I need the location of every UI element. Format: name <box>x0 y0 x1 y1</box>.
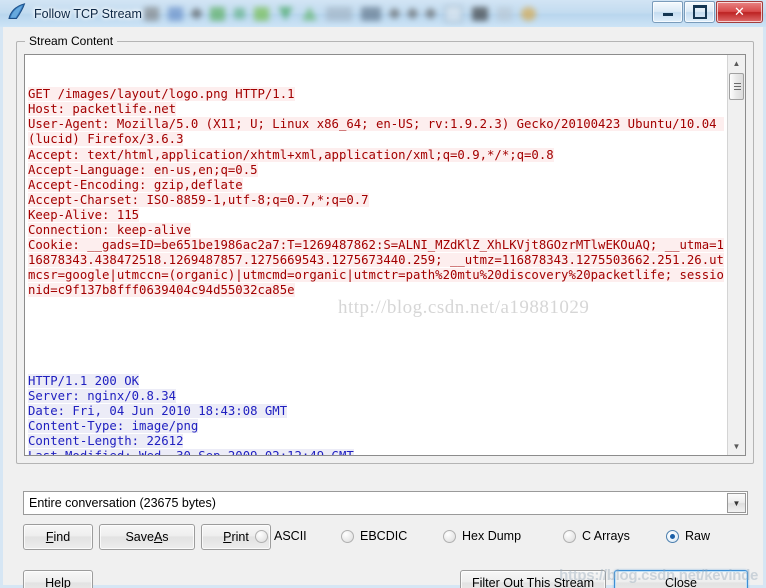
save-as-button[interactable]: Save As <box>99 524 195 550</box>
radio-icon-ebcdic <box>341 529 354 543</box>
radio-icon-raw <box>666 529 679 543</box>
window-title: Follow TCP Stream <box>34 7 142 21</box>
save-as-label-before: Save <box>125 530 154 544</box>
server-response-block: HTTP/1.1 200 OK Server: nginx/0.8.34 Dat… <box>28 373 727 455</box>
help-button[interactable]: Help <box>23 570 93 588</box>
radio-icon-hex-dump <box>443 529 456 543</box>
stream-content-groupbox: Stream Content GET /images/layout/logo.p… <box>16 34 754 464</box>
close-icon: ✕ <box>734 4 745 20</box>
radio-format-ebcdic[interactable]: EBCDIC <box>341 529 407 543</box>
close-label-after: lose <box>674 576 697 588</box>
save-as-label-after: s <box>162 530 169 544</box>
conversation-select[interactable]: Entire conversation (23675 bytes) ▼ <box>23 491 748 515</box>
scroll-down-icon[interactable]: ▼ <box>728 438 745 455</box>
dialog-client-area: Stream Content GET /images/layout/logo.p… <box>0 27 766 588</box>
background-toolbar-icons <box>140 1 644 26</box>
radio-format-c-arrays[interactable]: C Arrays <box>563 529 630 543</box>
title-bar[interactable]: Follow TCP Stream ✕ <box>0 0 766 28</box>
print-mnemonic: P <box>223 530 232 544</box>
print-label-after: rint <box>231 530 249 544</box>
radio-label-raw: Raw <box>685 529 711 543</box>
find-button[interactable]: Find <box>23 524 93 550</box>
radio-label-hex-dump: Hex Dump <box>462 529 522 543</box>
radio-icon-ascii <box>255 529 268 543</box>
scrollbar-thumb[interactable] <box>729 73 744 100</box>
stream-vertical-scrollbar[interactable]: ▲ ▼ <box>727 55 745 455</box>
filter-out-label: Filter Out This Stream <box>471 576 595 588</box>
radio-label-c-arrays: C Arrays <box>582 529 630 543</box>
close-window-button[interactable]: ✕ <box>716 1 763 23</box>
stream-content-label: Stream Content <box>25 34 118 48</box>
conversation-select-value: Entire conversation (23675 bytes) <box>29 496 216 510</box>
radio-format-ascii[interactable]: ASCII <box>255 529 307 543</box>
radio-format-raw[interactable]: Raw <box>666 529 710 543</box>
stream-text-body[interactable]: GET /images/layout/logo.png HTTP/1.1 Hos… <box>25 55 727 455</box>
radio-format-hex-dump[interactable]: Hex Dump <box>443 529 521 543</box>
client-request-block: GET /images/layout/logo.png HTTP/1.1 Hos… <box>28 87 727 298</box>
minimize-button[interactable] <box>652 1 683 23</box>
help-label-after: elp <box>54 576 71 588</box>
radio-icon-c-arrays <box>563 529 576 543</box>
help-mnemonic: H <box>45 576 55 588</box>
radio-label-ascii: ASCII <box>274 529 307 543</box>
save-as-mnemonic: A <box>153 530 163 544</box>
stream-content-textview[interactable]: GET /images/layout/logo.png HTTP/1.1 Hos… <box>24 54 746 456</box>
window-controls: ✕ <box>652 1 763 23</box>
watermark-center: http://blog.csdn.net/a19881029 <box>338 297 590 318</box>
client-request-text: GET /images/layout/logo.png HTTP/1.1 Hos… <box>28 87 724 298</box>
find-button-label-after: ind <box>53 530 71 544</box>
radio-label-ebcdic: EBCDIC <box>360 529 408 543</box>
chevron-down-icon[interactable]: ▼ <box>727 493 746 513</box>
filter-out-this-stream-button[interactable]: Filter Out This Stream <box>460 570 606 588</box>
close-mnemonic: C <box>665 576 675 588</box>
server-response-text: HTTP/1.1 200 OK Server: nginx/0.8.34 Dat… <box>28 373 354 455</box>
scroll-up-icon[interactable]: ▲ <box>728 55 745 72</box>
wireshark-shark-fin-icon <box>8 3 27 25</box>
find-button-mnemonic: F <box>45 530 54 544</box>
title-bar-left: Follow TCP Stream <box>8 3 142 25</box>
close-button[interactable]: Close <box>614 570 748 588</box>
follow-tcp-stream-window: Follow TCP Stream ✕ Stream Content GET /… <box>0 0 766 588</box>
restore-button[interactable] <box>684 1 715 23</box>
